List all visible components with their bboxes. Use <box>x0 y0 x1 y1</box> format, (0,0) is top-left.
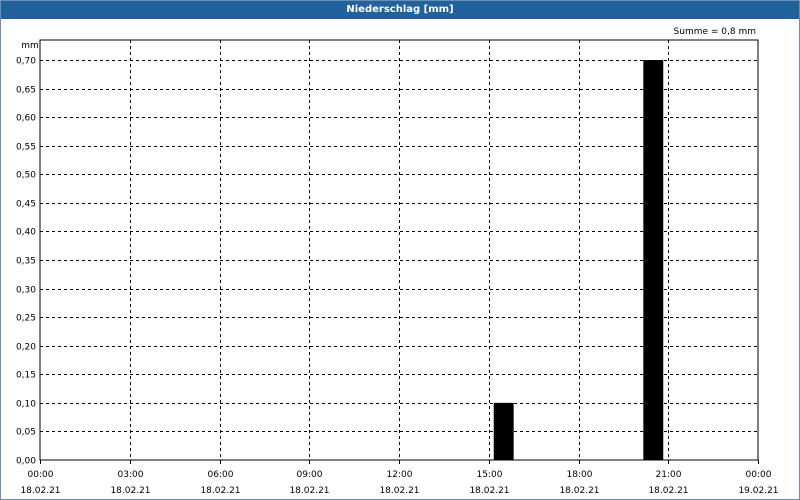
x-tick-time-label: 18:00 <box>567 470 593 480</box>
y-tick-label: 0,50 <box>16 171 36 181</box>
y-tick-label: 0,55 <box>16 143 36 153</box>
x-tick-time-label: 00:00 <box>28 470 54 480</box>
y-tick-label: 0,30 <box>16 286 36 296</box>
x-tick-time-label: 00:00 <box>746 470 772 480</box>
precipitation-chart: Summe = 0,8 mm mm 0,00 0,05 0,10 0,15 0,20 0,… <box>16 27 779 496</box>
y-tick-label: 0,65 <box>16 86 36 96</box>
x-tick-time-label: 06:00 <box>208 470 234 480</box>
precipitation-bar <box>643 60 664 460</box>
y-tick-label: 0,70 <box>16 57 36 67</box>
x-tick-time-label: 03:00 <box>118 470 144 480</box>
y-tick-label: 0,00 <box>16 457 36 467</box>
x-tick-date-label: 19.02.21 <box>738 486 778 496</box>
sum-annotation: Summe = 0,8 mm <box>674 27 756 37</box>
x-tick-date-label: 18.02.21 <box>20 486 60 496</box>
y-tick-label: 0,05 <box>16 428 36 438</box>
precipitation-bar <box>493 402 514 460</box>
y-tick-label: 0,15 <box>16 371 36 381</box>
y-tick-label: 0,60 <box>16 114 36 124</box>
y-tick-label: 0,10 <box>16 400 36 410</box>
y-tick-label: 0,40 <box>16 228 36 238</box>
x-tick-date-label: 18.02.21 <box>110 486 150 496</box>
y-tick-label: 0,45 <box>16 200 36 210</box>
x-tick-time-label: 09:00 <box>297 470 323 480</box>
x-tick-time-label: 15:00 <box>477 470 503 480</box>
x-tick-date-label: 18.02.21 <box>289 486 329 496</box>
y-tick-label: 0,25 <box>16 314 36 324</box>
x-tick-time-label: 21:00 <box>656 470 682 480</box>
x-tick-time-label: 12:00 <box>387 470 413 480</box>
x-tick-date-label: 18.02.21 <box>648 486 688 496</box>
x-tick-date-label: 18.02.21 <box>559 486 599 496</box>
y-tick-label: 0,20 <box>16 343 36 353</box>
y-tick-label: 0,35 <box>16 257 36 267</box>
x-tick-date-label: 18.02.21 <box>379 486 419 496</box>
y-axis-unit: mm <box>21 41 39 51</box>
x-tick-date-label: 18.02.21 <box>200 486 240 496</box>
x-tick-date-label: 18.02.21 <box>469 486 509 496</box>
